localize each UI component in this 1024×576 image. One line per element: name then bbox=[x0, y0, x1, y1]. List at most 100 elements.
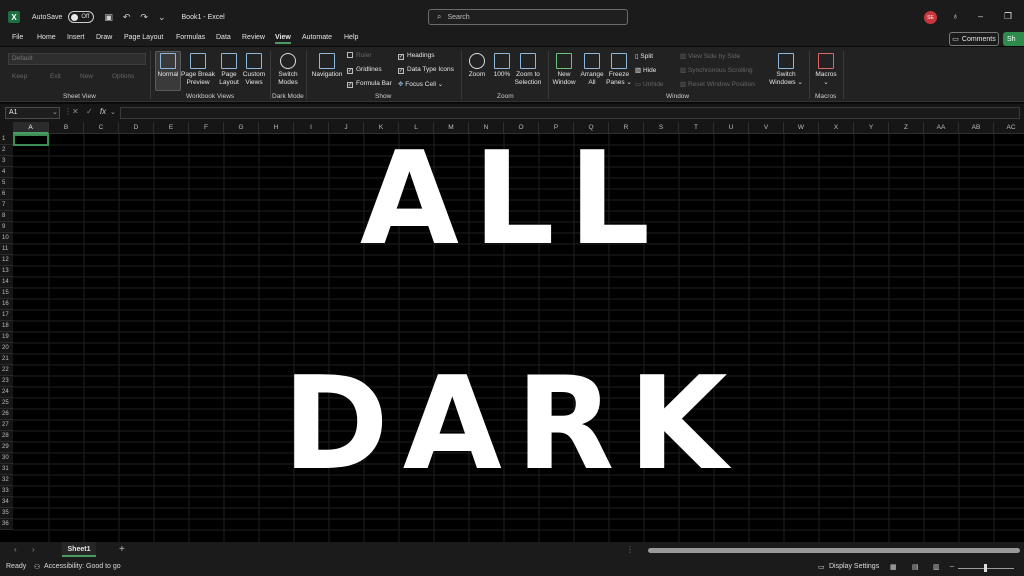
options-button[interactable]: Options bbox=[112, 73, 134, 80]
headings-check-icon: ✓ bbox=[398, 54, 404, 60]
tab-page-layout[interactable]: Page Layout bbox=[124, 34, 163, 41]
ruler-checkbox[interactable]: Ruler bbox=[347, 52, 372, 59]
hide-button[interactable]: ▧ Hide bbox=[635, 66, 656, 74]
tab-split-handle[interactable]: ⋮ bbox=[626, 545, 634, 554]
search-input[interactable]: ⌕ Search bbox=[428, 9, 628, 25]
row-header-15[interactable]: 15 bbox=[0, 288, 13, 299]
redo-icon[interactable]: ↷ bbox=[140, 12, 148, 23]
undo-icon[interactable]: ↶ bbox=[123, 12, 131, 23]
minimize-icon[interactable]: – bbox=[978, 11, 983, 21]
switch-windows-button[interactable]: Switch Windows ⌄ bbox=[768, 53, 804, 87]
formula-bar-checkbox[interactable]: ✓ Formula Bar bbox=[347, 80, 392, 88]
customize-qat-icon[interactable]: ⌄ bbox=[158, 12, 166, 23]
next-sheet-icon[interactable]: › bbox=[32, 545, 35, 554]
custom-views-button[interactable]: Custom Views bbox=[241, 53, 267, 87]
tab-help[interactable]: Help bbox=[344, 34, 358, 41]
arrange-all-button[interactable]: Arrange All bbox=[578, 53, 606, 87]
zoom-100-label: 100% bbox=[493, 71, 511, 78]
exit-button[interactable]: Exit bbox=[50, 73, 61, 80]
synchronous-scrolling-button[interactable]: ▥ Synchronous Scrolling bbox=[680, 66, 753, 74]
avatar[interactable]: SE bbox=[924, 11, 937, 24]
row-header-18[interactable]: 18 bbox=[0, 321, 13, 332]
page-break-preview-button[interactable]: Page Break Preview bbox=[181, 53, 215, 87]
row-header-14[interactable]: 14 bbox=[0, 277, 13, 288]
formula-bar: A1 ⌄ ⋮ ✕ ✓ fx ⌄ bbox=[0, 104, 1024, 122]
normal-view-status-icon[interactable]: ▦ bbox=[890, 563, 897, 571]
enter-icon[interactable]: ✓ bbox=[86, 107, 93, 116]
tab-automate[interactable]: Automate bbox=[302, 34, 332, 41]
insert-function-button[interactable]: fx bbox=[100, 107, 106, 116]
split-button[interactable]: ▯ Split bbox=[635, 52, 653, 60]
new-window-button[interactable]: New Window bbox=[551, 53, 577, 87]
horizontal-scrollbar[interactable] bbox=[648, 548, 1020, 553]
lightbulb-icon[interactable]: ♁ bbox=[952, 11, 959, 21]
zoom-100-button[interactable]: 100% bbox=[490, 53, 514, 79]
focus-cell-button[interactable]: ✥ Focus Cell ⌄ bbox=[398, 80, 443, 88]
divider bbox=[809, 51, 810, 99]
row-header-17[interactable]: 17 bbox=[0, 310, 13, 321]
comments-button[interactable]: ▭ Comments bbox=[949, 32, 999, 46]
row-header-35[interactable]: 35 bbox=[0, 508, 13, 519]
unhide-icon: ▭ bbox=[635, 81, 643, 88]
gridlines-checkbox[interactable]: ✓ Gridlines bbox=[347, 66, 382, 74]
ruler-label: Ruler bbox=[356, 52, 372, 59]
tab-insert[interactable]: Insert bbox=[67, 34, 85, 41]
navigation-button[interactable]: Navigation bbox=[310, 53, 344, 79]
cancel-icon[interactable]: ✕ bbox=[72, 107, 79, 116]
headings-checkbox[interactable]: ✓ Headings bbox=[398, 52, 434, 60]
normal-view-button[interactable]: Normal bbox=[155, 53, 181, 79]
magnifier-icon bbox=[469, 53, 485, 69]
freeze-panes-button[interactable]: Freeze Panes ⌄ bbox=[606, 53, 632, 87]
zoom-button[interactable]: Zoom bbox=[465, 53, 489, 79]
tab-data[interactable]: Data bbox=[216, 34, 231, 41]
prev-sheet-icon[interactable]: ‹ bbox=[14, 545, 17, 554]
row-header-34[interactable]: 34 bbox=[0, 497, 13, 508]
tab-view[interactable]: View bbox=[275, 34, 291, 44]
tab-file[interactable]: File bbox=[12, 34, 23, 41]
overlay-text-line-1: ALL bbox=[359, 125, 665, 274]
zoom-to-selection-button[interactable]: Zoom to Selection bbox=[513, 53, 543, 87]
switch-modes-button[interactable]: Switch Modes bbox=[274, 53, 302, 87]
sheet-tab-sheet1[interactable]: Sheet1 bbox=[62, 542, 96, 557]
sync-scroll-icon: ▥ bbox=[680, 67, 688, 74]
page-break-status-icon[interactable]: ▥ bbox=[933, 563, 940, 571]
row-header-19[interactable]: 19 bbox=[0, 332, 13, 343]
tab-home[interactable]: Home bbox=[37, 34, 56, 41]
custom-views-label-1: Custom bbox=[242, 71, 266, 78]
name-box-dropdown-icon[interactable]: ⌄ bbox=[52, 108, 58, 116]
page-layout-label-1: Page bbox=[221, 71, 237, 78]
unhide-button[interactable]: ▭ Unhide bbox=[635, 80, 664, 88]
restore-icon[interactable]: ❐ bbox=[1004, 11, 1012, 22]
display-settings-button[interactable]: Display Settings bbox=[829, 563, 879, 570]
zoom-sel-label-2: Selection bbox=[514, 79, 542, 86]
row-header-20[interactable]: 20 bbox=[0, 343, 13, 354]
autosave-toggle[interactable]: Off bbox=[68, 11, 95, 23]
view-side-by-side-button[interactable]: ▥ View Side by Side bbox=[680, 52, 740, 60]
ruler-check-icon bbox=[347, 52, 353, 58]
page-layout-status-icon[interactable]: ▤ bbox=[912, 563, 919, 571]
sheet-view-combo[interactable]: Default bbox=[8, 53, 146, 65]
reset-window-position-button[interactable]: ▥ Reset Window Position bbox=[680, 80, 755, 88]
freeze-label-2: Panes bbox=[606, 79, 625, 86]
tab-formulas[interactable]: Formulas bbox=[176, 34, 205, 41]
tab-review[interactable]: Review bbox=[242, 34, 265, 41]
zoom-out-icon[interactable]: – bbox=[950, 563, 954, 570]
formula-bar-expand-icon[interactable]: ⌄ bbox=[110, 108, 116, 116]
keep-button[interactable]: Keep bbox=[12, 73, 27, 80]
zoom-slider-thumb[interactable] bbox=[984, 564, 987, 572]
page-layout-view-button[interactable]: Page Layout bbox=[216, 53, 242, 87]
save-icon[interactable]: ▣ bbox=[104, 12, 113, 23]
formula-input[interactable] bbox=[120, 107, 1020, 119]
macros-button[interactable]: Macros ⌄ bbox=[812, 53, 840, 87]
row-header-36[interactable]: 36 bbox=[0, 519, 13, 530]
data-type-icons-checkbox[interactable]: ✓ Data Type Icons bbox=[398, 66, 454, 74]
tab-draw[interactable]: Draw bbox=[96, 34, 112, 41]
ribbon-tabs: File Home Insert Draw Page Layout Formul… bbox=[0, 34, 1024, 46]
accessibility-status[interactable]: Accessibility: Good to go bbox=[44, 563, 121, 570]
new-view-button[interactable]: New bbox=[80, 73, 93, 80]
share-label: Sh bbox=[1007, 35, 1016, 43]
row-header-16[interactable]: 16 bbox=[0, 299, 13, 310]
status-ready: Ready bbox=[6, 563, 27, 570]
add-sheet-button[interactable]: + bbox=[119, 544, 125, 555]
share-button[interactable]: Sh bbox=[1003, 32, 1024, 46]
